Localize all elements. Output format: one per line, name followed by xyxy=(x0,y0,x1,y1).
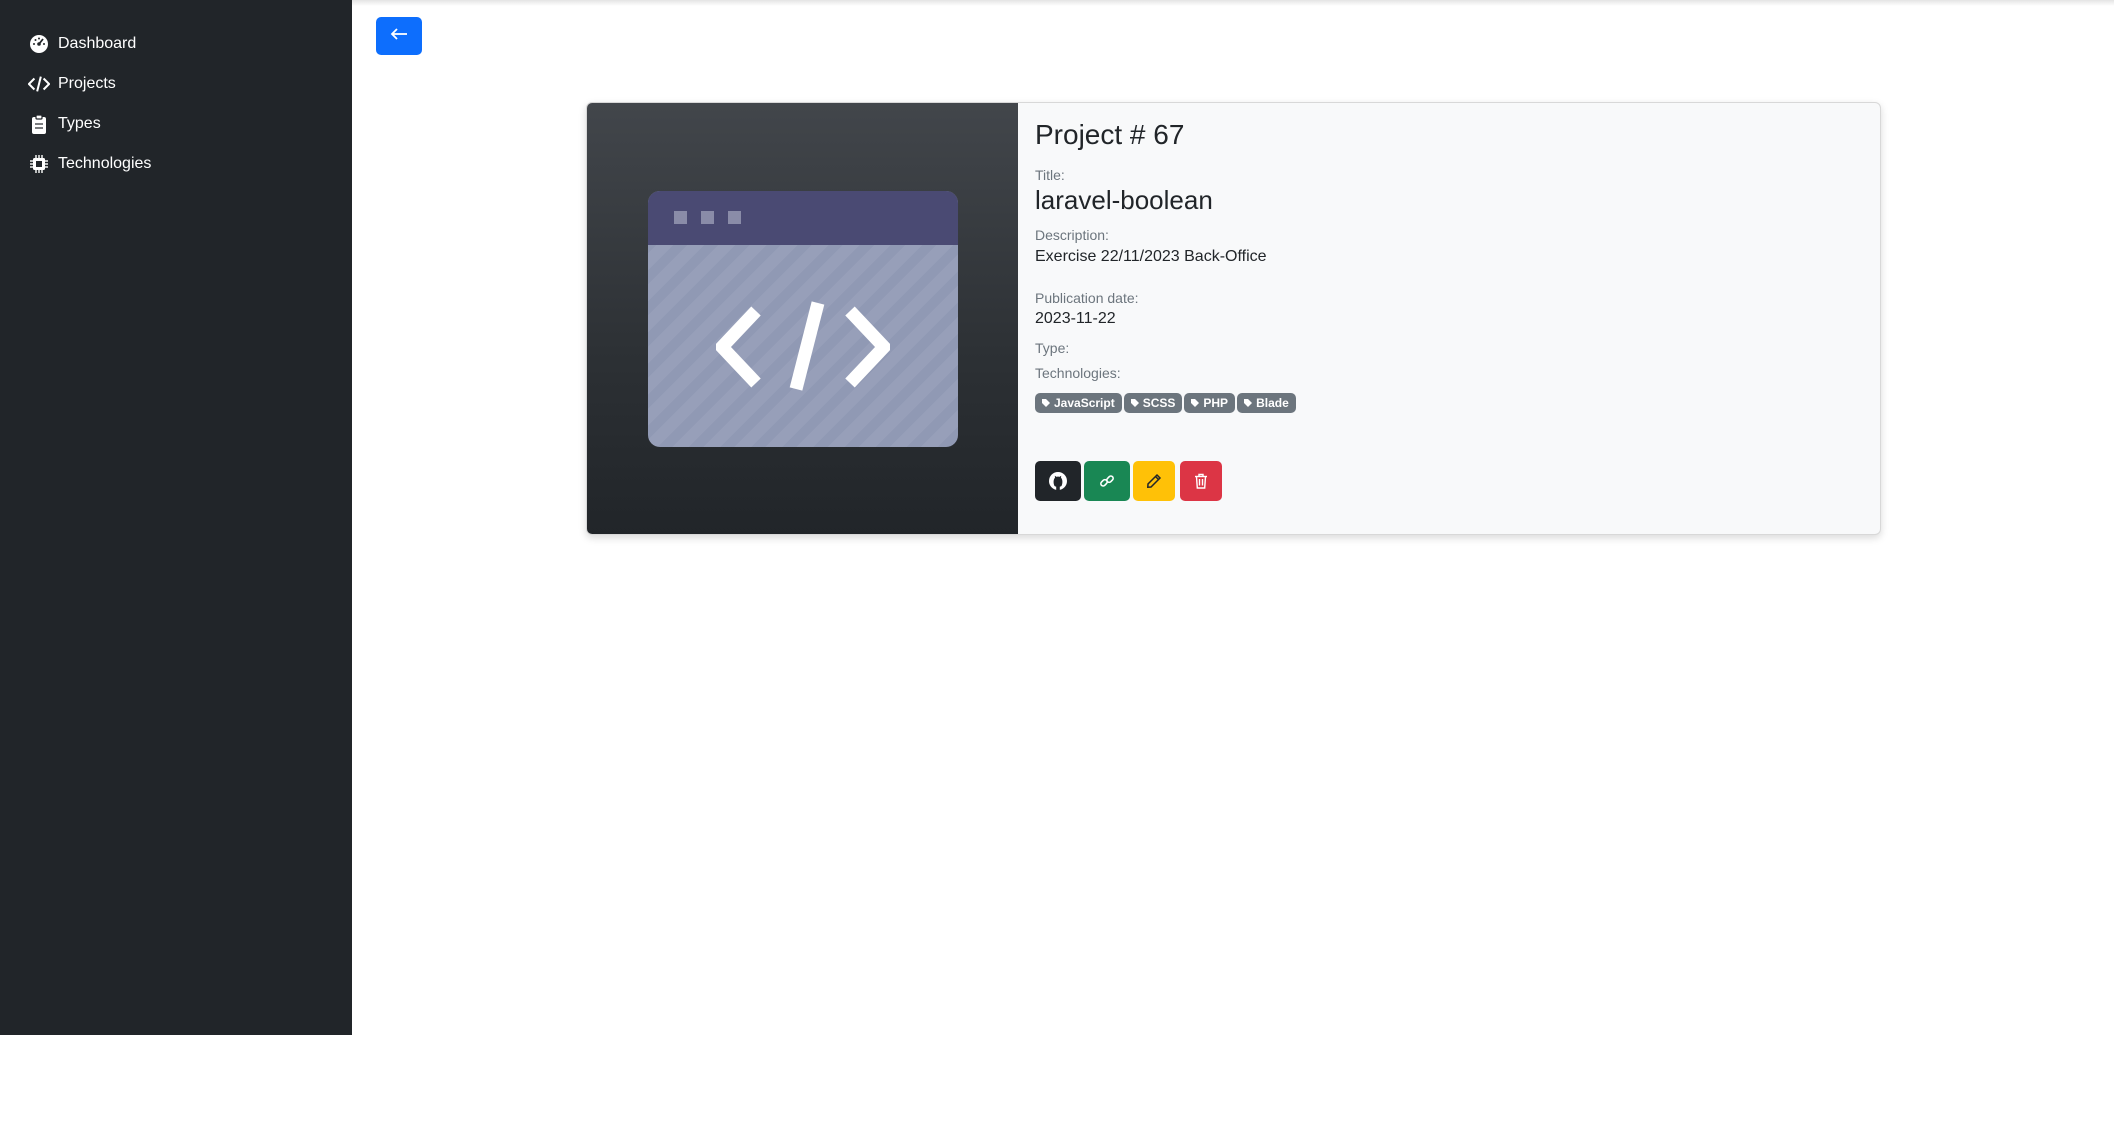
title-label: Title: xyxy=(1035,167,1065,183)
sidebar-item-label: Types xyxy=(58,115,101,132)
badge-label: SCSS xyxy=(1142,396,1176,410)
top-shadow xyxy=(352,0,2114,6)
github-icon xyxy=(1049,472,1067,490)
trash-icon xyxy=(1195,473,1207,489)
code-window-illustration xyxy=(648,191,958,447)
cpu-icon xyxy=(28,153,50,175)
technology-badge[interactable]: Blade xyxy=(1237,393,1296,413)
window-titlebar xyxy=(648,191,958,245)
badge-label: Blade xyxy=(1256,396,1289,410)
tag-icon xyxy=(1042,399,1050,407)
page-title: Project # 67 xyxy=(1035,119,1185,150)
sidebar-item-label: Dashboard xyxy=(58,35,137,52)
technology-badges: JavaScript SCSS PHP Blade xyxy=(1035,393,1296,413)
delete-button[interactable] xyxy=(1180,461,1222,501)
clipboard-icon xyxy=(28,113,50,135)
badge-label: JavaScript xyxy=(1054,396,1115,410)
technology-badge[interactable]: PHP xyxy=(1184,393,1236,413)
arrow-left-icon xyxy=(390,27,408,46)
sidebar-item-dashboard[interactable]: Dashboard xyxy=(28,29,136,59)
project-description: Exercise 22/11/2023 Back-Office xyxy=(1035,248,1267,265)
back-button[interactable] xyxy=(376,17,422,55)
project-title: laravel-boolean xyxy=(1035,185,1213,215)
technologies-label: Technologies: xyxy=(1035,365,1121,381)
technology-badge[interactable]: JavaScript xyxy=(1035,393,1122,413)
sidebar-item-technologies[interactable]: Technologies xyxy=(28,149,151,179)
technology-badge[interactable]: SCSS xyxy=(1123,393,1183,413)
description-label: Description: xyxy=(1035,227,1109,243)
project-card: Project # 67 Title: laravel-boolean Desc… xyxy=(586,102,1881,535)
badge-label: PHP xyxy=(1203,396,1229,410)
sidebar: Dashboard Projects Types Technologies xyxy=(0,0,352,1035)
link-icon xyxy=(1100,475,1114,487)
pencil-icon xyxy=(1146,473,1162,489)
action-buttons xyxy=(1035,461,1222,501)
github-button[interactable] xyxy=(1035,461,1081,501)
sidebar-item-types[interactable]: Types xyxy=(28,109,101,139)
code-icon xyxy=(28,73,50,95)
tag-icon xyxy=(1130,399,1139,407)
project-image xyxy=(587,103,1018,534)
type-label: Type: xyxy=(1035,340,1070,356)
sidebar-item-projects[interactable]: Projects xyxy=(28,69,116,99)
publication-date-label: Publication date: xyxy=(1035,290,1139,306)
tag-icon xyxy=(1191,399,1200,407)
code-brackets-icon xyxy=(716,301,890,391)
publication-date: 2023-11-22 xyxy=(1035,310,1116,327)
edit-button[interactable] xyxy=(1133,461,1175,501)
sidebar-item-label: Projects xyxy=(58,75,116,92)
tag-icon xyxy=(1244,399,1253,407)
project-details: Project # 67 Title: laravel-boolean Desc… xyxy=(1019,103,1880,534)
link-button[interactable] xyxy=(1084,461,1130,501)
sidebar-item-label: Technologies xyxy=(58,155,152,172)
dashboard-icon xyxy=(28,33,50,55)
